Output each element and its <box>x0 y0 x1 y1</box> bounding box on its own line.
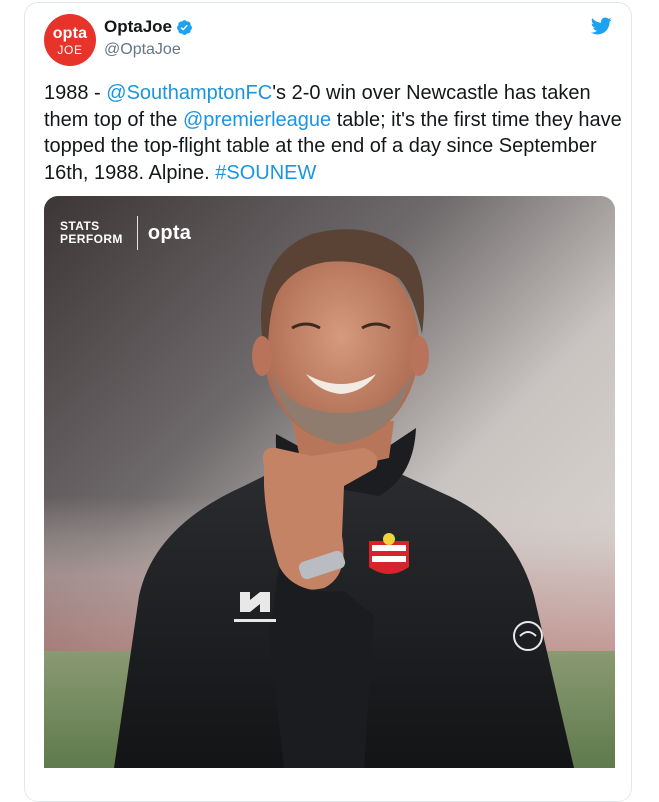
tweet-text: 1988 - @SouthamptonFC's 2-0 win over New… <box>44 80 624 186</box>
avatar-logo-line2: JOE <box>57 43 83 57</box>
stats-perform-line2: PERFORM <box>60 232 123 246</box>
hashtag-sounew[interactable]: #SOUNEW <box>215 162 316 184</box>
display-name[interactable]: OptaJoe <box>104 17 172 37</box>
stats-perform-opta-brand: STATS PERFORM opta <box>60 216 191 250</box>
avatar-logo-line1: opta <box>52 25 88 42</box>
mention-southamptonfc[interactable]: @SouthamptonFC <box>106 82 272 104</box>
avatar[interactable]: opta JOE <box>44 14 96 66</box>
twitter-bird-icon[interactable] <box>588 15 614 37</box>
user-handle[interactable]: @OptaJoe <box>104 41 181 59</box>
stats-perform-logo: STATS PERFORM <box>60 220 123 246</box>
tweet-media-image[interactable]: STATS PERFORM opta <box>44 196 615 768</box>
mention-premierleague[interactable]: @premierleague <box>183 109 331 131</box>
opta-logo: opta <box>147 221 192 244</box>
author-name-row[interactable]: OptaJoe <box>104 17 193 37</box>
tweet-text-part: 1988 - <box>44 82 107 104</box>
brand-divider <box>136 216 138 250</box>
photo-manager-smiling <box>44 196 615 768</box>
verified-badge-icon <box>176 19 193 36</box>
